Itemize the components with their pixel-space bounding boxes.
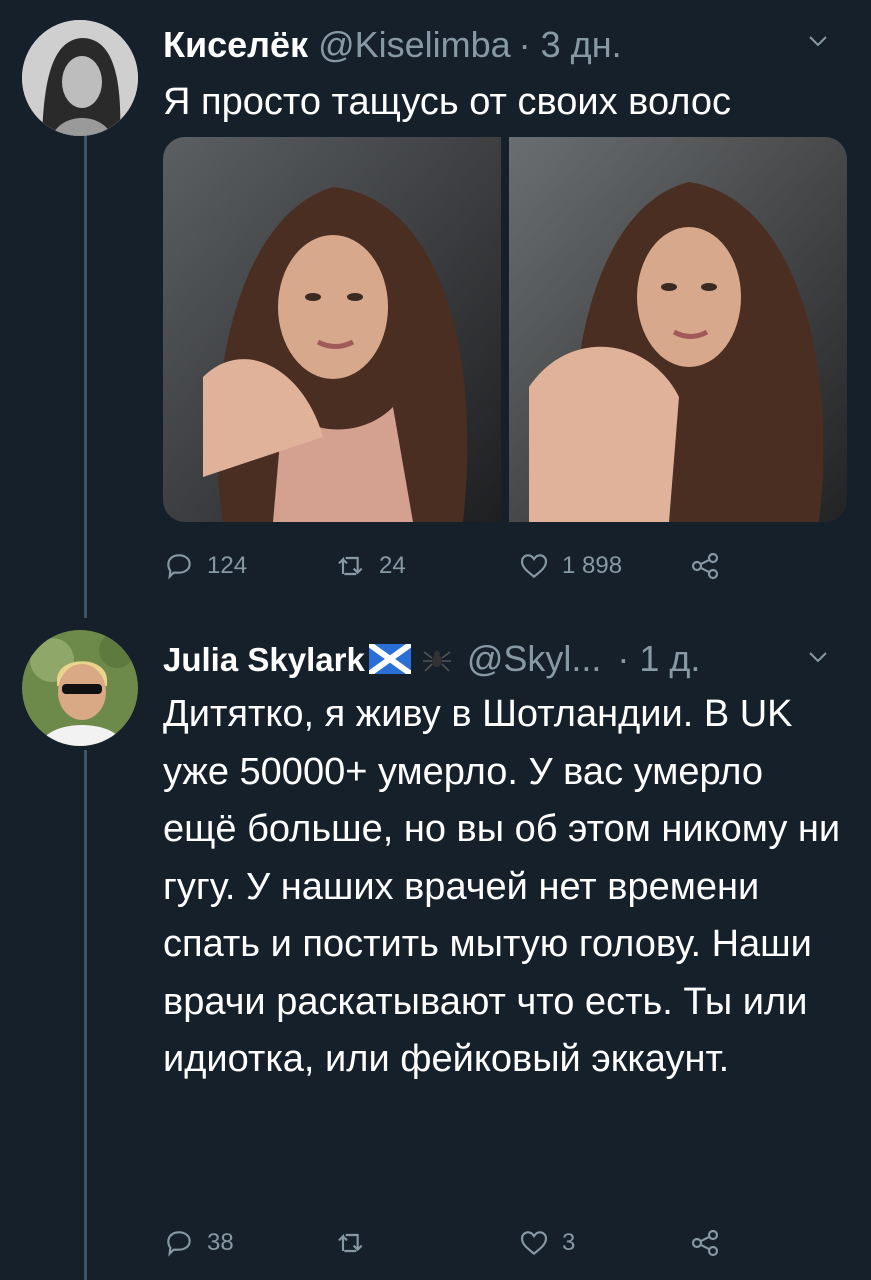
like-button[interactable]: 3 [518, 1223, 575, 1263]
share-button[interactable] [689, 1223, 721, 1263]
chevron-down-icon[interactable] [807, 30, 829, 52]
share-button[interactable] [689, 546, 721, 586]
retweet-count: 24 [379, 552, 406, 579]
spider-icon [422, 651, 451, 672]
reply-count: 38 [207, 1229, 234, 1256]
scotland-flag-icon [368, 644, 411, 674]
retweet-button[interactable] [335, 1223, 367, 1263]
retweet-icon [338, 556, 363, 576]
like-icon [520, 1231, 548, 1256]
photo[interactable] [163, 137, 501, 522]
photo[interactable] [509, 137, 847, 522]
avatar[interactable] [22, 630, 138, 746]
tweet-text: Дитятко, я живу в Шотландии. В UK уже 50… [163, 693, 841, 1080]
retweet-icon [338, 1233, 363, 1253]
like-icon [520, 554, 548, 579]
author-name[interactable]: Julia Skylark [163, 637, 365, 683]
tweet-header: Киселёк @Kiselimba · 3 дн. [163, 22, 851, 68]
tweet-media[interactable] [163, 137, 847, 522]
tweet-text: Я просто тащусь от своих волос [163, 81, 731, 123]
tweet-actions: 38 3 [163, 1223, 763, 1263]
reply-count: 124 [207, 552, 248, 579]
share-icon [691, 1229, 719, 1257]
tweet-header: Julia Skylark @Skyl... · 1 д. [163, 636, 851, 682]
avatar[interactable] [22, 20, 138, 136]
tweet-time[interactable]: · 3 дн. [519, 22, 622, 68]
tweet[interactable]: Julia Skylark @Skyl... · 1 д. Дитятко, я… [0, 618, 871, 1280]
like-count: 1 898 [562, 552, 623, 579]
chevron-down-icon[interactable] [807, 646, 829, 668]
tweet-time[interactable]: · 1 д. [617, 636, 700, 682]
retweet-button[interactable]: 24 [335, 546, 406, 586]
reply-button[interactable]: 124 [163, 546, 247, 586]
reply-icon [167, 1231, 191, 1257]
author-name[interactable]: Киселёк [163, 22, 308, 68]
author-handle[interactable]: @Skyl... [467, 636, 602, 682]
author-handle[interactable]: @Kiselimba [318, 22, 511, 68]
reply-button[interactable]: 38 [163, 1223, 234, 1263]
like-count: 3 [562, 1229, 576, 1256]
tweet-actions: 124 24 1 898 [163, 546, 763, 586]
like-button[interactable]: 1 898 [518, 546, 622, 586]
tweet[interactable]: Киселёк @Kiselimba · 3 дн. Я просто тащу… [0, 0, 871, 600]
share-icon [691, 552, 719, 580]
reply-icon [167, 554, 191, 580]
